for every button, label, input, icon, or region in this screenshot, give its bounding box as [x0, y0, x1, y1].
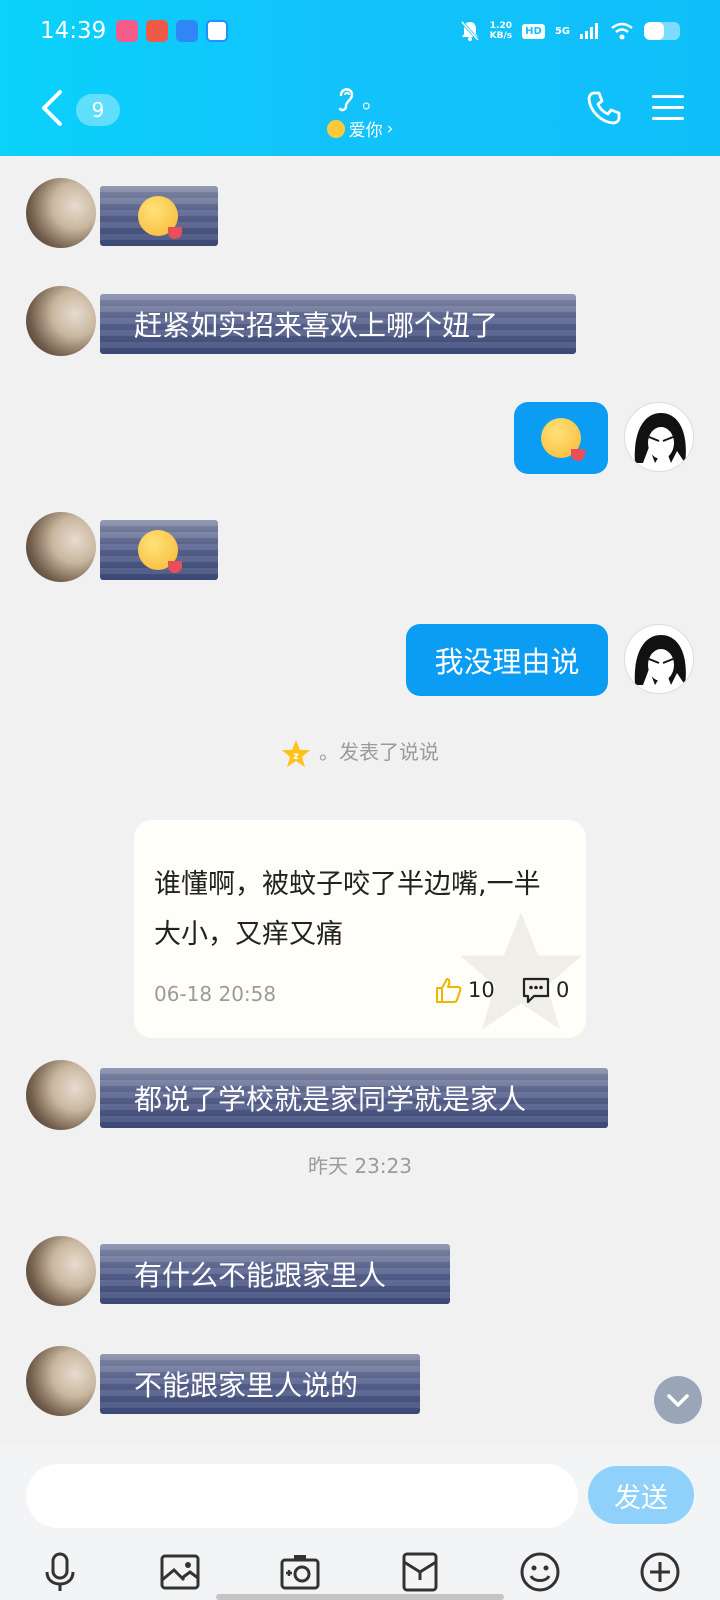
mute-icon	[460, 21, 479, 41]
phone-icon[interactable]	[586, 90, 622, 126]
chevron-down-icon	[667, 1394, 689, 1407]
input-bar: 发送	[0, 1446, 720, 1600]
contact-avatar[interactable]	[26, 512, 96, 582]
thumbs-up-icon	[436, 978, 462, 1003]
message-bubble-left[interactable]	[100, 520, 218, 580]
camera-icon[interactable]	[278, 1550, 322, 1594]
battery-level	[644, 22, 664, 40]
unread-count-badge[interactable]: 9	[76, 94, 120, 126]
anime-avatar-icon	[634, 635, 686, 685]
microphone-icon[interactable]	[38, 1550, 82, 1594]
contact-name: 。	[361, 89, 384, 114]
status-bar: 14:39 1.20 KB/s HD 5G	[0, 0, 720, 66]
self-avatar[interactable]	[624, 624, 694, 694]
app-notification-icon	[116, 20, 138, 42]
message-input[interactable]	[26, 1464, 578, 1528]
app-notification-icon	[146, 20, 168, 42]
status-emoji-icon	[326, 119, 345, 138]
contact-avatar[interactable]	[26, 178, 96, 248]
self-avatar[interactable]	[624, 402, 694, 472]
emoji-icon[interactable]	[518, 1550, 562, 1594]
red-packet-icon[interactable]	[398, 1550, 442, 1594]
message-list[interactable]: 赶紧如实招来喜欢上哪个妞了 我没理由说 z 。发表了说说 谁懂啊，被蚊子咬了半边嘴…	[0, 156, 720, 1446]
emoji-sticker-icon	[138, 196, 182, 239]
post-text: 谁懂啊，被蚊子咬了半边嘴,一半大小，又痒又痛	[154, 869, 541, 950]
contact-avatar[interactable]	[26, 286, 96, 356]
back-arrow-icon[interactable]	[36, 88, 72, 128]
message-bubble-left[interactable]: 不能跟家里人说的	[100, 1354, 420, 1414]
message-bubble-right[interactable]	[514, 402, 608, 474]
net-speed: 1.20 KB/s	[489, 21, 513, 41]
home-indicator[interactable]	[216, 1594, 504, 1600]
status-time: 14:39	[40, 18, 107, 44]
input-toolbar	[0, 1550, 720, 1594]
signal-icon	[580, 23, 598, 39]
image-icon[interactable]	[158, 1550, 202, 1594]
comment-count: 0	[556, 978, 570, 1002]
notification-icons	[116, 20, 228, 42]
send-button[interactable]: 发送	[588, 1466, 694, 1524]
app-notification-icon	[206, 20, 228, 42]
signal-label: 5G	[554, 25, 570, 37]
message-bubble-left[interactable]: 都说了学校就是家同学就是家人	[100, 1068, 608, 1128]
shuoshuo-post-card[interactable]: 谁懂啊，被蚊子咬了半边嘴,一半大小，又痒又痛 06-18 20:58 10 0	[134, 820, 586, 1038]
chat-header: 14:39 1.20 KB/s HD 5G 9 。 爱你 ›	[0, 0, 720, 156]
svg-text:z: z	[293, 751, 299, 762]
contact-title[interactable]: 。 爱你 ›	[300, 84, 420, 141]
message-bubble-left[interactable]	[100, 186, 218, 246]
comment-icon	[522, 977, 550, 1004]
status-right: 1.20 KB/s HD 5G	[460, 20, 680, 42]
comment-button[interactable]: 0	[522, 976, 569, 1004]
ear-icon	[338, 88, 354, 112]
app-notification-icon	[176, 20, 198, 42]
plus-icon[interactable]	[638, 1550, 682, 1594]
contact-avatar[interactable]	[26, 1236, 96, 1306]
nav-bar: 9 。 爱你 ›	[0, 76, 720, 146]
message-bubble-left[interactable]: 有什么不能跟家里人	[100, 1244, 450, 1304]
post-notice[interactable]: z 。发表了说说	[0, 736, 720, 769]
scroll-to-bottom-button[interactable]	[654, 1376, 702, 1424]
wifi-icon	[611, 22, 633, 40]
hd-badge: HD	[522, 23, 545, 39]
post-date: 06-18 20:58	[154, 982, 277, 1006]
emoji-sticker-icon	[541, 418, 585, 461]
message-bubble-right[interactable]: 我没理由说	[406, 624, 608, 696]
status-chevron: ›	[386, 118, 394, 139]
message-bubble-left[interactable]: 赶紧如实招来喜欢上哪个妞了	[100, 294, 576, 354]
contact-status: 爱你	[348, 121, 383, 141]
contact-avatar[interactable]	[26, 1346, 96, 1416]
anime-avatar-icon	[634, 413, 686, 463]
contact-avatar[interactable]	[26, 1060, 96, 1130]
timestamp: 昨天 23:23	[308, 1154, 412, 1178]
like-button[interactable]: 10	[434, 976, 495, 1004]
like-count: 10	[468, 978, 495, 1002]
qzone-star-icon: z	[282, 739, 310, 767]
emoji-sticker-icon	[138, 530, 182, 573]
battery-icon	[644, 22, 680, 40]
menu-icon[interactable]	[650, 92, 686, 124]
